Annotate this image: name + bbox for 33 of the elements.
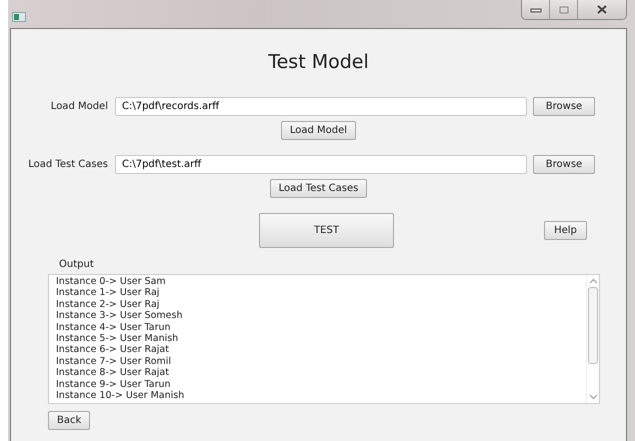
output-line: Instance 0-> User Sam <box>56 276 167 288</box>
path-field[interactable]: C:\7pdf\records.arff <box>115 96 527 116</box>
scrollbar[interactable] <box>586 275 599 403</box>
close-button[interactable] <box>578 0 626 19</box>
load-button[interactable]: Load Test Cases <box>270 179 368 198</box>
path-field[interactable]: C:\7pdf\test.arff <box>115 154 527 174</box>
output-line: Instance 4-> User Tarun <box>56 322 172 333</box>
back-button[interactable]: Back <box>48 411 90 430</box>
test-button[interactable]: TEST <box>259 213 394 248</box>
field-label: Load Test Cases <box>27 158 109 170</box>
minimize-button[interactable] <box>522 0 550 19</box>
app-icon <box>12 12 26 22</box>
window-title: Test Model <box>267 51 370 75</box>
output-line: Instance 6-> User Rajat <box>56 344 170 356</box>
close-icon <box>596 5 608 14</box>
minimize-icon <box>530 6 542 12</box>
browse-button[interactable]: Browse <box>533 154 595 174</box>
output-line: Instance 9-> User Tarun <box>56 378 172 390</box>
help-button[interactable]: Help <box>544 221 587 240</box>
output-line: Instance 10-> User Manish <box>56 390 186 402</box>
field-label: Load Model <box>50 100 109 112</box>
output-line: Instance 5-> User Manish <box>56 332 180 344</box>
load-button[interactable]: Load Model <box>280 121 356 140</box>
browse-button[interactable]: Browse <box>533 96 595 116</box>
output-line: Instance 3-> User Somesh <box>56 310 184 322</box>
output-line: Instance 8-> User Rajat <box>56 367 170 379</box>
maximize-button[interactable] <box>550 0 578 19</box>
output-label: Output <box>59 259 95 272</box>
output-line: Instance 7-> User Romil <box>56 356 172 368</box>
maximize-icon <box>558 6 570 14</box>
scroll-thumb[interactable] <box>588 287 598 364</box>
output-line: Instance 2-> User Raj <box>56 298 160 310</box>
output-line: Instance 1-> User Raj <box>56 287 160 299</box>
